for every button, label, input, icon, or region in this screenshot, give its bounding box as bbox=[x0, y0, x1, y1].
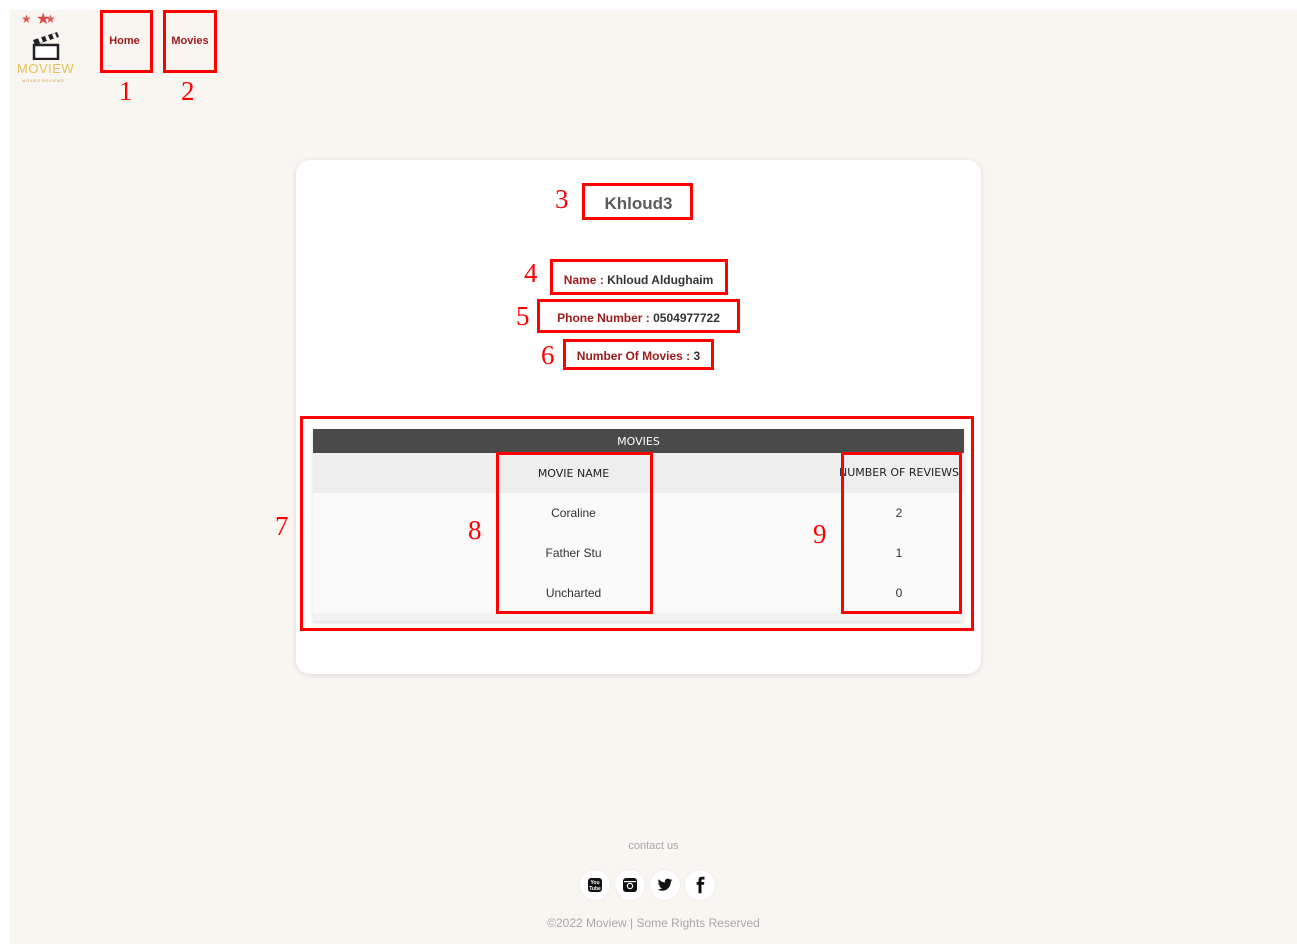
svg-text:Tube: Tube bbox=[589, 886, 601, 892]
annotation-marker-8: 8 bbox=[468, 515, 482, 545]
annotation-marker-5: 5 bbox=[516, 301, 530, 331]
annotation-box-2 bbox=[163, 10, 217, 73]
annotation-box-6 bbox=[563, 339, 714, 370]
logo-tagline: MOVIES REVIEWS bbox=[22, 78, 65, 83]
page: ★ ★ ★ MOVIEW MOVIES REVIEWS Home Movies … bbox=[10, 10, 1297, 944]
annotation-box-1 bbox=[100, 10, 153, 73]
youtube-icon[interactable]: You Tube bbox=[580, 870, 610, 900]
moview-logo[interactable]: ★ ★ ★ MOVIEW MOVIES REVIEWS bbox=[17, 11, 79, 84]
logo-wordmark: MOVIEW bbox=[17, 61, 75, 76]
annotation-box-5 bbox=[537, 299, 740, 333]
footer: contact us bbox=[10, 836, 1297, 854]
annotation-box-9 bbox=[841, 452, 962, 614]
annotation-marker-1: 1 bbox=[119, 76, 133, 106]
annotation-box-4 bbox=[550, 259, 728, 295]
clapperboard-icon bbox=[32, 32, 60, 60]
annotation-box-3 bbox=[582, 183, 693, 220]
annotation-box-8 bbox=[496, 452, 653, 614]
annotation-marker-6: 6 bbox=[541, 340, 555, 370]
annotation-marker-2: 2 bbox=[181, 76, 195, 106]
star-icon: ★ bbox=[36, 11, 51, 28]
annotation-marker-3: 3 bbox=[555, 184, 569, 214]
contact-us-link[interactable]: contact us bbox=[628, 840, 678, 852]
twitter-icon[interactable] bbox=[650, 870, 680, 900]
annotation-marker-7: 7 bbox=[275, 511, 289, 541]
instagram-icon[interactable] bbox=[615, 870, 645, 900]
facebook-icon[interactable] bbox=[685, 870, 715, 900]
copyright-text: ©2022 Moview | Some Rights Reserved bbox=[547, 916, 760, 930]
annotation-marker-4: 4 bbox=[524, 258, 538, 288]
annotation-marker-9: 9 bbox=[813, 519, 827, 549]
social-links: You Tube bbox=[580, 870, 715, 900]
